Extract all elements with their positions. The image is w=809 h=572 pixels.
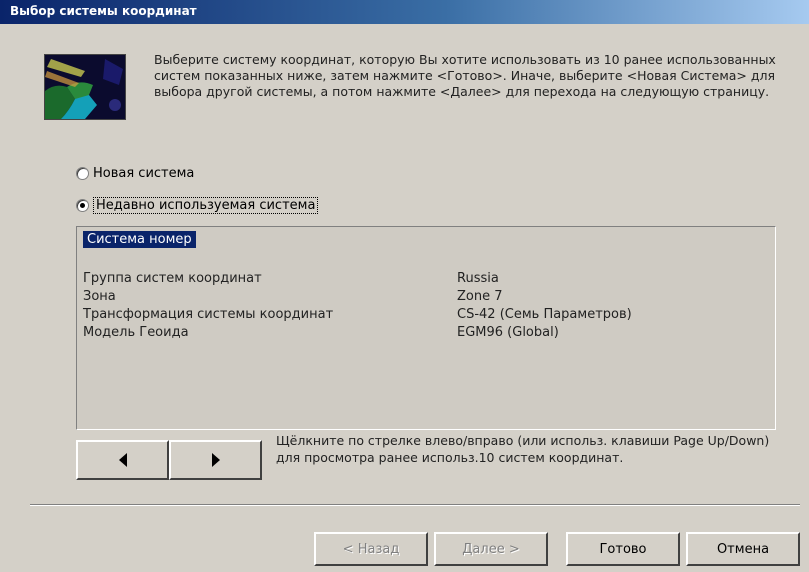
cancel-button[interactable]: Отмена [686,532,800,566]
info-value-zone: Zone 7 [457,289,503,304]
arrow-right-icon [211,453,220,467]
recent-system-radio[interactable]: Недавно используемая система [76,197,319,214]
info-value-group: Russia [457,271,499,286]
finish-button[interactable]: Готово [566,532,680,566]
next-system-button[interactable] [169,440,262,480]
separator [30,504,800,506]
recent-system-label: Недавно используемая система [93,197,319,214]
radio-button[interactable] [76,167,89,180]
info-label-transform: Трансформация системы координат [83,307,334,322]
title-bar: Выбор системы координат [0,0,809,24]
info-label-group: Группа систем координат [83,271,262,286]
previous-system-button[interactable] [76,440,169,480]
globe-map-icon [44,54,126,120]
arrow-left-icon [118,453,127,467]
radio-button-checked[interactable] [76,199,89,212]
next-button[interactable]: Далее > [434,532,548,566]
info-value-transform: CS-42 (Семь Параметров) [457,307,632,322]
back-button[interactable]: < Назад [314,532,428,566]
new-system-label: Новая система [93,166,195,181]
info-label-zone: Зона [83,289,116,304]
info-value-geoid: EGM96 (Global) [457,325,559,340]
new-system-radio[interactable]: Новая система [76,166,194,181]
navigation-hint: Щёлкните по стрелке влево/вправо (или ис… [276,433,770,465]
system-number-header[interactable]: Система номер [83,231,196,248]
recent-system-panel: Система номер Группа систем координат Ru… [76,226,776,430]
intro-text: Выберите систему координат, которую Вы х… [154,52,776,99]
info-label-geoid: Модель Геоида [83,325,189,340]
nav-buttons [76,440,262,480]
window-title: Выбор системы координат [10,4,197,18]
